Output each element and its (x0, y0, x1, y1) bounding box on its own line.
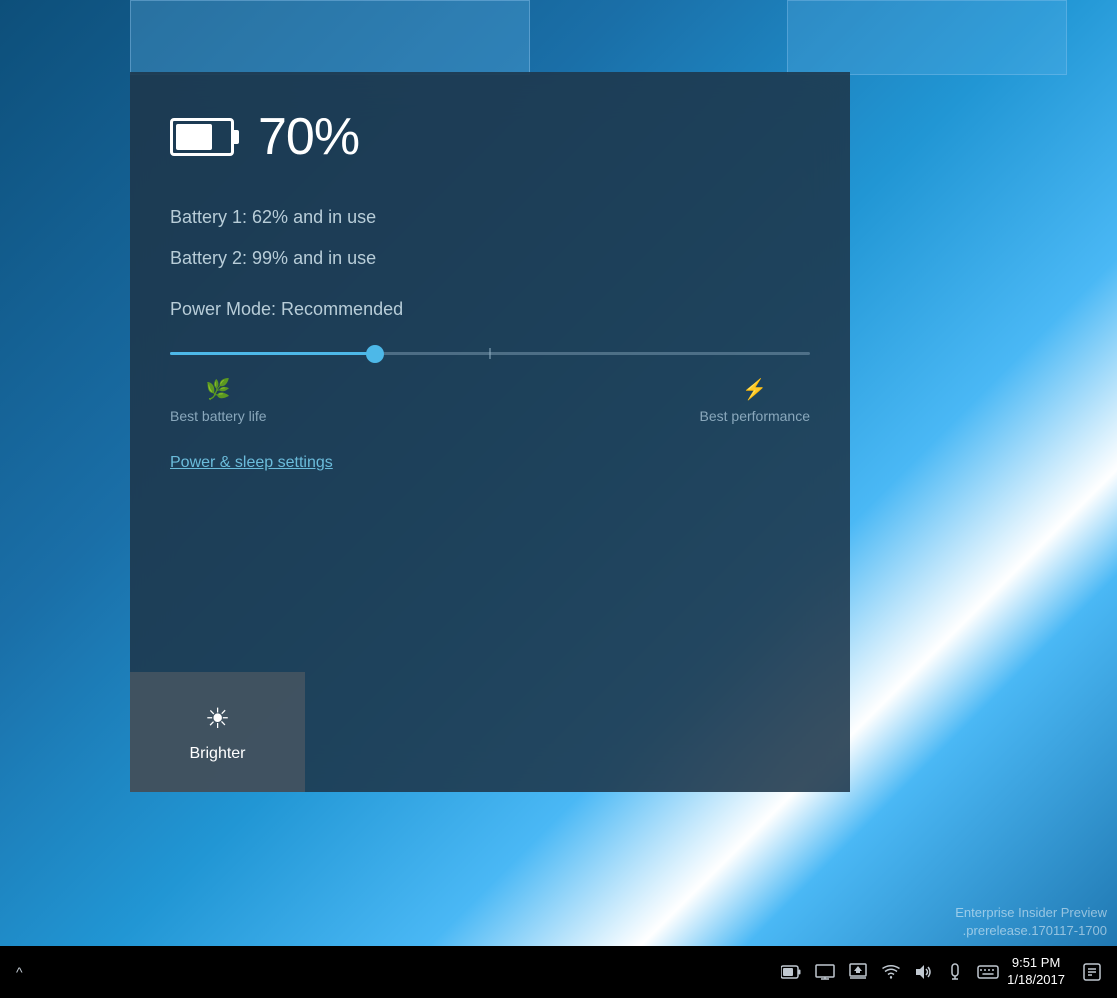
slider-track (170, 352, 810, 355)
best-performance-end: ⚡ Best performance (700, 377, 811, 424)
bolt-icon: ⚡ (742, 377, 767, 402)
best-battery-end: 🌿 Best battery life (170, 377, 267, 424)
battery-icon (170, 118, 234, 156)
slider-track-fill (170, 352, 381, 355)
leaf-icon: 🌿 (206, 377, 231, 402)
power-mode-ends: 🌿 Best battery life ⚡ Best performance (170, 377, 810, 424)
battery-popup: 70% Battery 1: 62% and in use Battery 2:… (130, 72, 850, 792)
enterprise-line2: .prerelease.170117-1700 (955, 922, 1107, 940)
chevron-up-icon[interactable]: ^ (16, 964, 23, 980)
slider-tick-mid (489, 348, 491, 359)
battery-percentage: 70% (258, 107, 359, 167)
best-performance-label: Best performance (700, 408, 811, 424)
power-settings-link[interactable]: Power & sleep settings (170, 454, 333, 472)
clock-date: 1/18/2017 (1007, 972, 1065, 989)
wifi-icon[interactable] (881, 964, 901, 980)
slider-thumb[interactable] (366, 345, 384, 363)
power-mode-slider-container[interactable] (170, 342, 810, 365)
battery-systray-icon[interactable] (781, 965, 801, 979)
systray (781, 963, 999, 981)
brighter-label: Brighter (189, 745, 245, 763)
battery1-detail: Battery 1: 62% and in use (170, 207, 810, 228)
volume-icon[interactable] (915, 964, 933, 980)
desktop-tile-left (130, 0, 530, 75)
sun-icon: ☀ (205, 702, 230, 735)
battery-body (170, 118, 234, 156)
enterprise-line1: Enterprise Insider Preview (955, 904, 1107, 922)
battery2-detail: Battery 2: 99% and in use (170, 248, 810, 269)
notification-icon[interactable] (1083, 963, 1101, 981)
desktop-tile-right (787, 0, 1067, 75)
display-icon[interactable] (815, 964, 835, 980)
best-battery-label: Best battery life (170, 408, 267, 424)
keyboard-icon[interactable] (977, 964, 999, 980)
brighter-button[interactable]: ☀ Brighter (130, 672, 305, 792)
pen-icon[interactable] (947, 963, 963, 981)
battery-fill (176, 124, 212, 150)
power-mode-label: Power Mode: Recommended (170, 299, 810, 320)
upload-icon[interactable] (849, 963, 867, 981)
taskbar-left: ^ (0, 964, 23, 980)
clock-time: 9:51 PM (1012, 955, 1060, 972)
enterprise-watermark: Enterprise Insider Preview .prerelease.1… (955, 904, 1107, 940)
taskbar: ^ (0, 946, 1117, 998)
battery-header: 70% (170, 107, 810, 167)
taskbar-clock[interactable]: 9:51 PM 1/18/2017 (1007, 955, 1065, 989)
